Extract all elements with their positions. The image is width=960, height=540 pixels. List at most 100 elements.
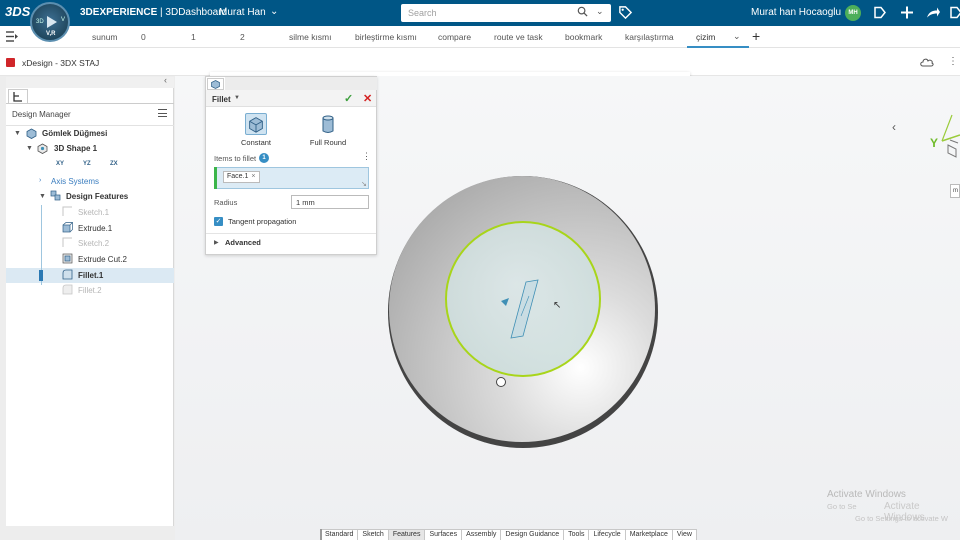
action-tab-standard[interactable]: Standard [321, 530, 359, 540]
tree-node-sketch-2[interactable]: Sketch.2 [78, 239, 109, 248]
fillet-icon [62, 284, 73, 295]
dashboard-owner[interactable]: Murat Han [219, 7, 266, 18]
watermark-settings-line: Go to Settings to activate W [855, 514, 948, 523]
share-icon[interactable] [872, 4, 888, 21]
tab-sunum[interactable]: sunum [92, 32, 118, 42]
advanced-section-toggle[interactable]: Advanced [225, 238, 261, 247]
app-title: xDesign - 3DX STAJ [22, 58, 100, 68]
more-options-icon[interactable]: ⋮ [948, 56, 958, 67]
tree-node-sketch-1[interactable]: Sketch.1 [78, 208, 109, 217]
user-name[interactable]: Murat han Hocaoglu [751, 7, 841, 18]
tree-node-fillet-2[interactable]: Fillet.2 [78, 286, 102, 295]
mode-constant-button[interactable]: Constant [221, 111, 291, 151]
expand-icon[interactable]: › [39, 177, 41, 184]
items-selection-box[interactable]: Face.1 × ↘ [214, 167, 369, 189]
avatar[interactable]: MH [845, 5, 861, 21]
tab-cizim[interactable]: çizim [696, 32, 715, 42]
plus-icon[interactable] [899, 4, 915, 21]
button-model[interactable] [380, 168, 665, 453]
compass-3d-label: 3D [36, 19, 44, 25]
extrude-icon [62, 222, 73, 233]
action-tab-marketplace[interactable]: Marketplace [626, 530, 673, 540]
tab-2[interactable]: 2 [240, 32, 245, 42]
expand-icon[interactable]: ▼ [39, 193, 46, 200]
selection-count-badge: 1 [259, 153, 269, 163]
selection-marker [39, 270, 43, 281]
tree-node-axis-systems[interactable]: Axis Systems [51, 177, 99, 186]
fillet-panel-tab[interactable] [207, 78, 224, 90]
expand-icon[interactable]: ▼ [26, 145, 33, 152]
panel-header-strip [225, 77, 377, 90]
plane-yz-icon[interactable]: YZ [83, 161, 91, 167]
tree-node-root[interactable]: Gömlek Düğmesi [42, 129, 107, 138]
help-icon[interactable] [947, 4, 960, 21]
items-options-icon[interactable]: ⋮ [362, 151, 371, 162]
tab-birlestirme-kismi[interactable]: birleştirme kısmı [355, 32, 417, 42]
action-tab-features[interactable]: Features [388, 530, 426, 540]
cloud-icon[interactable] [920, 57, 934, 67]
action-tab-sketch[interactable]: Sketch [358, 530, 389, 540]
arrow-share-icon[interactable] [925, 4, 941, 21]
plane-zx-icon[interactable]: ZX [110, 161, 118, 167]
search-options-icon[interactable]: ⌄ [596, 6, 604, 17]
top-bar: 3DS 3DEXPERIENCE | 3DDashboard Murat Han… [0, 0, 960, 26]
expand-icon[interactable]: ▼ [14, 130, 21, 137]
title-dropdown-icon[interactable]: ▼ [234, 95, 240, 101]
tree-icon [13, 92, 22, 102]
tree-node-fillet-1[interactable]: Fillet.1 [78, 271, 103, 280]
compass-widget[interactable]: 3D V V,R [30, 2, 70, 42]
side-menu-icon[interactable] [6, 31, 18, 42]
action-tab-assembly[interactable]: Assembly [462, 530, 502, 540]
tab-1[interactable]: 1 [191, 32, 196, 42]
search-input[interactable]: Search ⌄ [401, 4, 611, 22]
tab-0[interactable]: 0 [141, 32, 146, 42]
part-icon [26, 128, 37, 139]
ok-button[interactable]: ✓ [344, 92, 353, 105]
tag-icon[interactable] [618, 5, 633, 20]
chevron-down-icon[interactable]: ⌄ [270, 6, 278, 17]
dashboard-name: | 3DDashboard [157, 7, 228, 18]
tree-node-design-features[interactable]: Design Features [66, 192, 128, 201]
active-field-indicator [214, 167, 217, 189]
add-tab-icon[interactable]: + [752, 28, 760, 44]
panel-header-strip [6, 77, 174, 88]
tab-menu-chevron-icon[interactable]: ⌄ [733, 31, 741, 42]
action-tab-lifecycle[interactable]: Lifecycle [589, 530, 626, 540]
tab-silme-kismi[interactable]: silme kısmı [289, 32, 332, 42]
tree-node-extrude-cut-2[interactable]: Extrude Cut.2 [78, 255, 127, 264]
compass-vr-label: V,R [46, 31, 56, 37]
action-bar-handle[interactable] [320, 529, 322, 540]
action-tab-view[interactable]: View [673, 530, 696, 540]
mode-full-round-button[interactable]: Full Round [293, 111, 363, 151]
tab-compare[interactable]: compare [438, 32, 471, 42]
radius-input[interactable]: 1 mm [291, 195, 369, 209]
tree-node-shape[interactable]: 3D Shape 1 [54, 144, 97, 153]
tab-tree[interactable] [8, 89, 28, 103]
expand-advanced-icon[interactable]: ▶ [214, 239, 219, 246]
fillet-panel-title[interactable]: Fillet [212, 95, 231, 104]
tree-node-extrude-1[interactable]: Extrude.1 [78, 224, 112, 233]
side-panel-button[interactable]: m [950, 184, 960, 198]
tangent-propagation-checkbox[interactable]: ✓ [214, 217, 223, 226]
selected-item-chip[interactable]: Face.1 × [223, 171, 260, 183]
xdesign-app-icon [6, 58, 15, 67]
compass-v-label: V [61, 17, 66, 23]
action-tab-design-guidance[interactable]: Design Guidance [501, 530, 565, 540]
collapse-panel-icon[interactable]: ‹ [164, 75, 167, 85]
remove-chip-icon[interactable]: × [251, 173, 255, 180]
action-tab-surfaces[interactable]: Surfaces [425, 530, 463, 540]
hamburger-icon[interactable] [158, 109, 167, 117]
tab-bookmark[interactable]: bookmark [565, 32, 602, 42]
tab-karsilastirma[interactable]: karşılaştırma [625, 32, 674, 42]
cancel-button[interactable]: ✕ [363, 92, 372, 105]
collapse-right-icon[interactable]: ‹ [892, 120, 896, 134]
resize-handle-icon[interactable]: ↘ [361, 180, 367, 188]
search-icon[interactable] [577, 6, 588, 17]
ds-logo[interactable]: 3DS [5, 4, 30, 19]
action-bar: Standard Sketch Features Surfaces Assemb… [320, 529, 697, 540]
view-axis-widget[interactable]: Y [928, 105, 960, 175]
tab-route-ve-task[interactable]: route ve task [494, 32, 543, 42]
action-tab-tools[interactable]: Tools [564, 530, 590, 540]
fillet-manipulator-point [496, 377, 506, 387]
plane-xy-icon[interactable]: XY [56, 161, 64, 167]
